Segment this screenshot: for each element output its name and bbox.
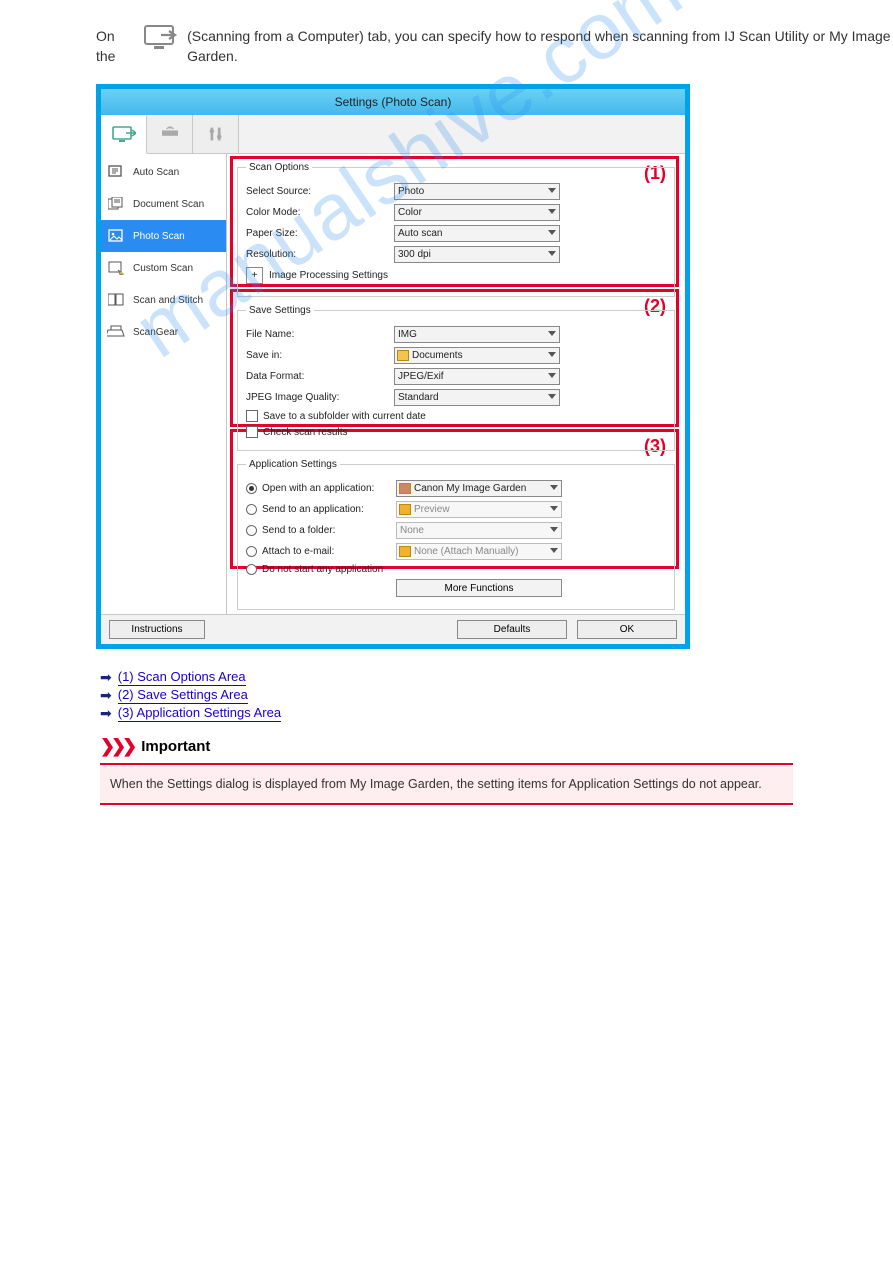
sidebar-item-label: Document Scan [133,199,204,210]
intro-suffix: (Scanning from a Computer) tab, you can … [187,27,893,66]
custom-scan-icon [107,260,125,276]
important-title: Important [141,738,210,755]
resolution-label: Resolution: [246,249,394,260]
dialog-title: Settings (Photo Scan) [101,89,685,115]
chevron-down-icon [548,188,556,193]
select-source-label: Select Source: [246,186,394,197]
app-icon [399,546,411,557]
important-chevrons-icon: ❯❯❯ [100,736,133,757]
color-mode-label: Color Mode: [246,207,394,218]
ips-label: Image Processing Settings [269,270,388,281]
check-results-label: Check scan results [263,427,347,438]
sidebar-item-label: Scan and Stitch [133,295,203,306]
chevron-down-icon [550,527,558,532]
chevron-down-icon [548,251,556,256]
computer-tab-icon [143,24,179,50]
data-format-dropdown[interactable]: JPEG/Exif [394,368,560,385]
sidebar-item-scangear[interactable]: ScanGear [101,316,226,348]
intro-prefix: On the [96,27,135,66]
send-folder-radio[interactable] [246,525,257,536]
save-in-dropdown[interactable]: Documents [394,347,560,364]
send-folder-dropdown: None [396,522,562,539]
stitch-icon [107,292,125,308]
send-app-dropdown: Preview [396,501,562,518]
attach-email-label: Attach to e-mail: [262,546,396,557]
jpeg-quality-label: JPEG Image Quality: [246,392,394,403]
chevron-down-icon [548,331,556,336]
save-subfolder-label: Save to a subfolder with current date [263,411,426,422]
arrow-right-icon: ➡ [100,687,112,704]
app-icon [399,504,411,515]
chevron-down-icon [550,506,558,511]
defaults-button[interactable]: Defaults [457,620,567,639]
settings-dialog: Settings (Photo Scan) Auto Scan Document… [96,84,690,649]
file-name-input[interactable]: IMG [394,326,560,343]
select-source-dropdown[interactable]: Photo [394,183,560,200]
document-scan-icon [107,196,125,212]
scan-options-legend: Scan Options [246,162,312,173]
send-folder-label: Send to a folder: [262,525,396,536]
tab-scan-from-computer[interactable] [101,116,147,154]
chevron-down-icon [548,394,556,399]
save-settings-fieldset: Save Settings File Name: IMG Save in: Do… [237,305,675,451]
sidebar-item-photo-scan[interactable]: Photo Scan [101,220,226,252]
sidebar-item-auto-scan[interactable]: Auto Scan [101,156,226,188]
save-settings-legend: Save Settings [246,305,314,316]
auto-scan-icon [107,164,125,180]
open-app-radio[interactable] [246,483,257,494]
file-name-label: File Name: [246,329,394,340]
chevron-down-icon [550,548,558,553]
send-app-label: Send to an application: [262,504,396,515]
no-app-label: Do not start any application [262,564,383,575]
app-icon [399,483,411,494]
instructions-button[interactable]: Instructions [109,620,205,639]
sidebar-item-custom-scan[interactable]: Custom Scan [101,252,226,284]
link-save-settings[interactable]: (2) Save Settings Area [118,687,248,704]
resolution-dropdown[interactable]: 300 dpi [394,246,560,263]
link-app-settings[interactable]: (3) Application Settings Area [118,705,281,722]
more-functions-button[interactable]: More Functions [396,579,562,597]
sidebar-item-label: Auto Scan [133,167,179,178]
chevron-down-icon [548,230,556,235]
chevron-down-icon [548,352,556,357]
attach-email-radio[interactable] [246,546,257,557]
sidebar-item-label: Custom Scan [133,263,193,274]
arrow-right-icon: ➡ [100,705,112,722]
save-subfolder-checkbox[interactable] [246,410,258,422]
open-app-label: Open with an application: [262,483,396,494]
app-settings-legend: Application Settings [246,459,340,470]
paper-size-label: Paper Size: [246,228,394,239]
data-format-label: Data Format: [246,371,394,382]
ok-button[interactable]: OK [577,620,677,639]
check-results-checkbox[interactable] [246,426,258,438]
color-mode-dropdown[interactable]: Color [394,204,560,221]
no-app-radio[interactable] [246,564,257,575]
paper-size-dropdown[interactable]: Auto scan [394,225,560,242]
arrow-right-icon: ➡ [100,669,112,686]
link-scan-options[interactable]: (1) Scan Options Area [118,669,246,686]
jpeg-quality-dropdown[interactable]: Standard [394,389,560,406]
sidebar-item-label: Photo Scan [133,231,185,242]
photo-scan-icon [107,228,125,244]
save-in-label: Save in: [246,350,394,361]
tab-scan-from-panel[interactable] [147,115,193,153]
send-app-radio[interactable] [246,504,257,515]
open-app-dropdown[interactable]: Canon My Image Garden [396,480,562,497]
chevron-down-icon [548,373,556,378]
tab-general-settings[interactable] [193,115,239,153]
sidebar-item-label: ScanGear [133,327,178,338]
chevron-down-icon [550,485,558,490]
important-note: When the Settings dialog is displayed fr… [100,763,793,805]
sidebar-item-scan-stitch[interactable]: Scan and Stitch [101,284,226,316]
expand-ips-button[interactable]: + [246,267,263,284]
attach-email-dropdown: None (Attach Manually) [396,543,562,560]
scan-options-fieldset: Scan Options Select Source: Photo Color … [237,162,675,297]
chevron-down-icon [548,209,556,214]
scangear-icon [107,324,125,340]
sidebar-item-document-scan[interactable]: Document Scan [101,188,226,220]
folder-icon [397,350,409,361]
app-settings-fieldset: Application Settings Open with an applic… [237,459,675,610]
